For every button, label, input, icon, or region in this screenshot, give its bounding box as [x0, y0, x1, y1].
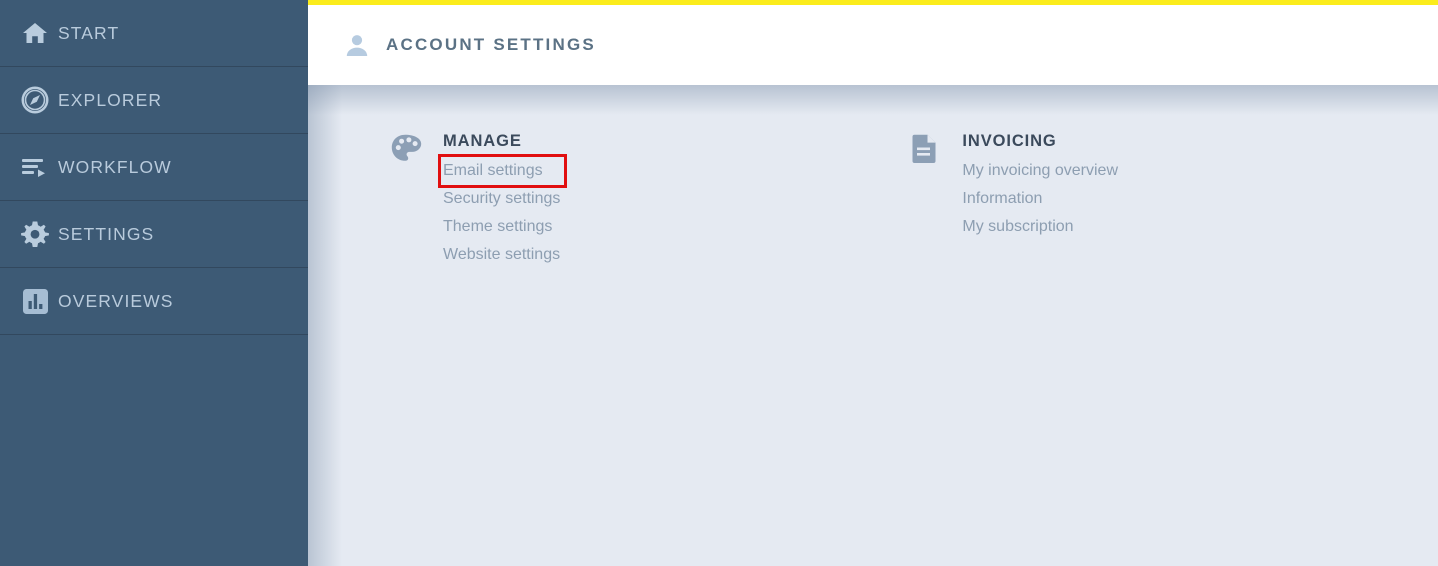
sidebar: START EXPLORER WORKFLOW SETTINGS OVERVIE…: [0, 0, 308, 566]
sidebar-item-label: OVERVIEWS: [58, 290, 174, 311]
palette-icon: [386, 132, 426, 269]
sidebar-item-settings[interactable]: SETTINGS: [0, 201, 308, 268]
link-website-settings[interactable]: Website settings: [443, 241, 560, 269]
panel-title: INVOICING: [962, 132, 1057, 150]
workflow-icon: [12, 155, 58, 179]
link-information[interactable]: Information: [962, 185, 1118, 213]
link-my-invoicing-overview[interactable]: My invoicing overview: [962, 157, 1118, 185]
link-email-settings[interactable]: Email settings: [437, 154, 568, 188]
sidebar-item-overviews[interactable]: OVERVIEWS: [0, 268, 308, 335]
sidebar-item-label: START: [58, 22, 120, 43]
gear-icon: [12, 220, 58, 248]
link-my-subscription[interactable]: My subscription: [962, 213, 1118, 241]
sidebar-item-start[interactable]: START: [0, 0, 308, 67]
sidebar-item-label: SETTINGS: [58, 223, 155, 244]
page-header: ACCOUNT SETTINGS: [308, 5, 1438, 85]
sidebar-item-workflow[interactable]: WORKFLOW: [0, 134, 308, 201]
sidebar-item-label: WORKFLOW: [58, 156, 172, 177]
panel-body: INVOICING My invoicing overview Informat…: [945, 132, 1118, 269]
link-theme-settings[interactable]: Theme settings: [443, 213, 560, 241]
link-security-settings[interactable]: Security settings: [443, 185, 560, 213]
panel-manage: MANAGE Email settings Security settings …: [386, 132, 568, 269]
compass-icon: [12, 85, 58, 115]
settings-panel-group: MANAGE Email settings Security settings …: [308, 85, 1438, 269]
home-icon: [12, 21, 58, 45]
panel-invoicing: INVOICING My invoicing overview Informat…: [905, 132, 1118, 269]
sidebar-item-explorer[interactable]: EXPLORER: [0, 67, 308, 134]
panel-title: MANAGE: [443, 132, 522, 150]
document-icon: [905, 132, 945, 269]
page-title: ACCOUNT SETTINGS: [386, 35, 596, 54]
accent-bar: [308, 0, 1438, 5]
user-icon: [342, 33, 372, 57]
app-root: START EXPLORER WORKFLOW SETTINGS OVERVIE…: [0, 0, 1438, 566]
content-area: MANAGE Email settings Security settings …: [308, 85, 1438, 566]
panel-body: MANAGE Email settings Security settings …: [426, 132, 568, 269]
sidebar-item-label: EXPLORER: [58, 89, 163, 110]
bar-chart-icon: [12, 288, 58, 315]
